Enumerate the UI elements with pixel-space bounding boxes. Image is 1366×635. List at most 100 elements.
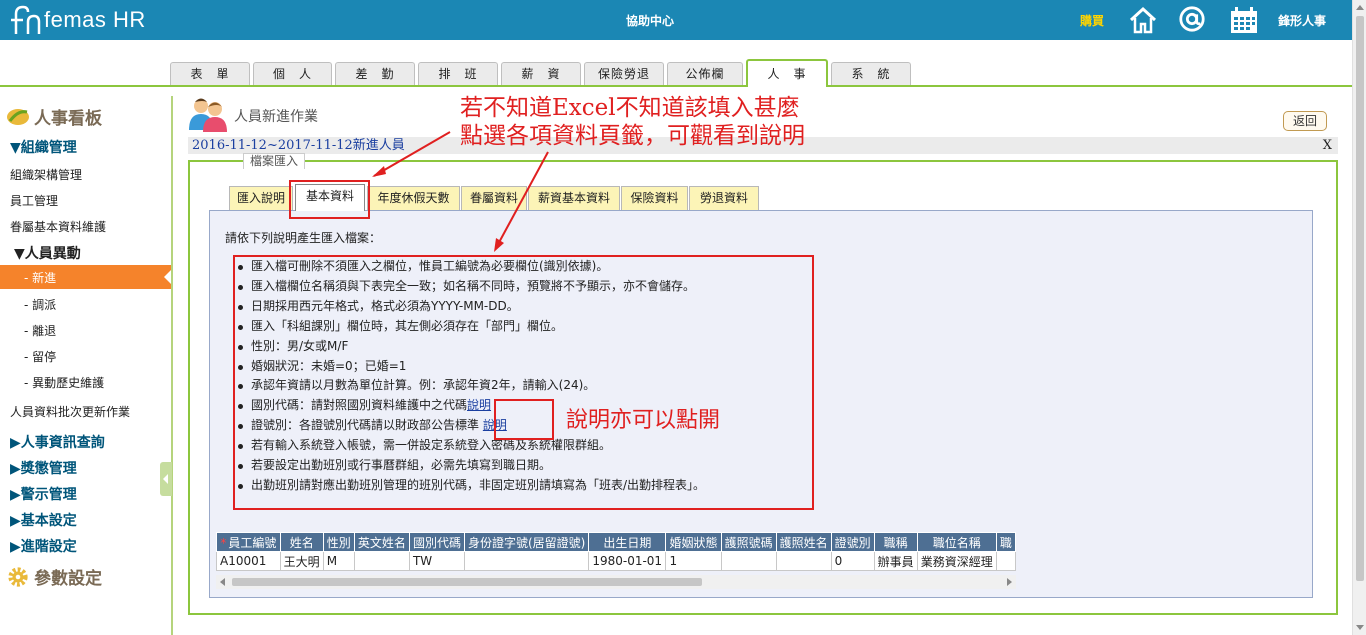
table-cell: 業務資深經理 [916, 551, 997, 571]
tab-annual-leave[interactable]: 年度休假天數 [367, 186, 460, 211]
note-item: 性別：男/女或M/F [233, 337, 813, 357]
tab-forms[interactable]: 表 單 [170, 62, 250, 86]
tab-pension-data[interactable]: 勞退資料 [689, 186, 759, 211]
col-header: 性別 [322, 532, 355, 552]
table-cell [775, 551, 832, 571]
col-header: 護照號碼 [720, 532, 777, 552]
logo-text: femas HR [44, 7, 146, 32]
country-code-help-link[interactable]: 說明 [467, 398, 491, 412]
tab-insurance-data[interactable]: 保險資料 [621, 186, 688, 211]
scroll-left-icon[interactable] [220, 578, 225, 586]
tab-attendance[interactable]: 差 勤 [335, 62, 415, 86]
sidebar-item-transfer[interactable]: - 調派 [24, 296, 56, 313]
table-cell [463, 551, 590, 571]
scroll-right-icon[interactable] [1007, 578, 1012, 586]
tab-bulletin[interactable]: 公佈欄 [667, 62, 743, 86]
people-icon [189, 98, 227, 132]
note-item-id-type: 證號別：各證號別代碼請以財政部公告標準 說明 [233, 416, 813, 436]
col-header: 婚姻狀態 [665, 532, 722, 552]
sidebar-divider [171, 96, 173, 635]
top-nav-tabs: 表 單 個 人 差 勤 排 班 薪 資 保險勞退 公佈欄 人 事 系 統 [0, 56, 1352, 87]
sidebar-item-new-hire[interactable]: - 新進 [0, 265, 172, 289]
tab-personal[interactable]: 個 人 [253, 62, 332, 86]
company-name[interactable]: 鋒形人事 [1278, 12, 1326, 29]
sidebar-group-change[interactable]: ▼人員異動 [14, 243, 81, 263]
tab-payroll[interactable]: 薪 資 [501, 62, 581, 86]
table-cell: TW [408, 551, 465, 571]
sidebar-item-leave[interactable]: - 離退 [24, 322, 56, 339]
sidebar-group-rewards[interactable]: ▶獎懲管理 [10, 458, 77, 478]
scroll-down-icon[interactable] [1356, 625, 1364, 630]
note-item: 匯入檔可刪除不須匯入之欄位，惟員工編號為必要欄位(識別依據)。 [233, 257, 813, 277]
horizontal-scrollbar[interactable] [216, 575, 1016, 589]
sidebar-hr-dashboard[interactable]: 人事看板 [6, 104, 102, 129]
calendar-icon[interactable] [1229, 6, 1259, 34]
tab-salary-basic[interactable]: 薪資基本資料 [528, 186, 620, 211]
sample-table: * 員工編號 姓名 性別 英文姓名 國別代碼 身份證字號(居留證號) 出生日期 婚… [216, 532, 1016, 571]
col-header: 證號別 [830, 532, 875, 552]
table-cell [720, 551, 777, 571]
scrollbar-thumb[interactable] [1356, 16, 1364, 581]
femas-logo[interactable]: femas HR [8, 4, 146, 36]
sidebar-main-title: 人事看板 [34, 109, 102, 129]
import-notes: 匯入檔可刪除不須匯入之欄位，惟員工編號為必要欄位(識別依據)。 匯入檔欄位名稱須… [233, 257, 813, 510]
import-legend: 檔案匯入 [243, 153, 306, 169]
tab-basic-data[interactable]: 基本資料 [295, 184, 365, 211]
close-button[interactable]: X [1323, 138, 1332, 153]
page-title: 人員新進作業 [234, 109, 318, 125]
note-item: 日期採用西元年格式，格式必須為YYYY-MM-DD。 [233, 297, 813, 317]
tab-hr[interactable]: 人 事 [746, 59, 828, 87]
email-at-icon[interactable] [1177, 5, 1207, 33]
sidebar-item-org-structure[interactable]: 組織架構管理 [10, 166, 82, 183]
sidebar-item-batch-update[interactable]: 人員資料批次更新作業 [10, 403, 130, 420]
app-header: femas HR 協助中心 購買 鋒形人事 [0, 0, 1352, 40]
table-cell: 1 [665, 551, 722, 571]
col-header-label: 員工編號 [228, 535, 277, 550]
scrollbar-thumb[interactable] [232, 578, 702, 586]
note-item: 婚姻狀況：未婚=0；已婚=1 [233, 357, 813, 377]
vertical-scrollbar[interactable] [1352, 0, 1366, 635]
col-header: * 員工編號 [216, 532, 281, 552]
tab-system[interactable]: 系 統 [831, 62, 911, 86]
scroll-up-icon[interactable] [1356, 5, 1364, 10]
back-button[interactable]: 返回 [1283, 111, 1327, 131]
sidebar-parameter-settings[interactable]: 參數設定 [6, 564, 102, 589]
sidebar-group-alerts[interactable]: ▶警示管理 [10, 484, 77, 504]
sidebar-item-new-hire-label: - 新進 [24, 271, 57, 285]
table-cell: A10001 [216, 551, 281, 571]
tab-import-guide[interactable]: 匯入說明 [229, 186, 293, 211]
note-item: 出勤班別請對應出勤班別管理的班別代碼，非固定班別請填寫為「班表/出勤排程表」。 [233, 476, 813, 496]
note-item: 承認年資請以月數為單位計算。例：承認年資2年，請輸入(24)。 [233, 376, 813, 396]
panel-intro: 請依下列說明產生匯入檔案： [225, 231, 382, 245]
sidebar-group-advanced-settings[interactable]: ▶進階設定 [10, 536, 77, 556]
id-type-help-link[interactable]: 說明 [483, 418, 507, 432]
table-row: A10001 王大明 M TW 1980-01-01 1 0 辦事員 業務資深經… [216, 551, 1016, 571]
help-center-link[interactable]: 協助中心 [560, 12, 740, 29]
table-cell [995, 551, 1016, 571]
col-header: 職位名稱 [916, 532, 997, 552]
tab-insurance[interactable]: 保險勞退 [584, 62, 664, 86]
sidebar-group-basic-settings[interactable]: ▶基本設定 [10, 510, 77, 530]
col-header: 身份證字號(居留證號) [463, 532, 590, 552]
sidebar-item-change-history[interactable]: - 異動歷史維護 [24, 374, 104, 391]
sidebar-item-suspend[interactable]: - 留停 [24, 348, 56, 365]
note-country-text: 國別代碼：請對照國別資料維護中之代碼 [251, 398, 468, 413]
sidebar-item-dependents[interactable]: 眷屬基本資料維護 [10, 218, 106, 235]
buy-link[interactable]: 購買 [1080, 12, 1104, 29]
annotation-instruction: 若不知道Excel不知道該填入甚麼 點選各項資料頁籤，可觀看到說明 [460, 94, 805, 150]
col-header: 職 [995, 532, 1016, 552]
tab-dependents[interactable]: 眷屬資料 [461, 186, 527, 211]
sidebar-group-org[interactable]: ▼組織管理 [10, 137, 77, 157]
femas-logo-icon [11, 5, 41, 34]
table-cell: 0 [830, 551, 875, 571]
sidebar-group-hr-query[interactable]: ▶人事資訊查詢 [10, 432, 105, 452]
home-icon[interactable] [1128, 6, 1158, 34]
annotation-side-note: 說明亦可以點開 [566, 408, 721, 433]
sidebar-item-employee[interactable]: 員工管理 [10, 192, 58, 209]
tab-scheduling[interactable]: 排 班 [418, 62, 498, 86]
col-header: 英文姓名 [353, 532, 410, 552]
leaf-icon [7, 108, 29, 125]
annotation-line-2: 點選各項資料頁籤，可觀看到說明 [460, 123, 805, 149]
sidebar-collapse-toggle[interactable] [160, 462, 172, 496]
note-item: 若要設定出勤班別或行事曆群組，必需先填寫到職日期。 [233, 456, 813, 476]
